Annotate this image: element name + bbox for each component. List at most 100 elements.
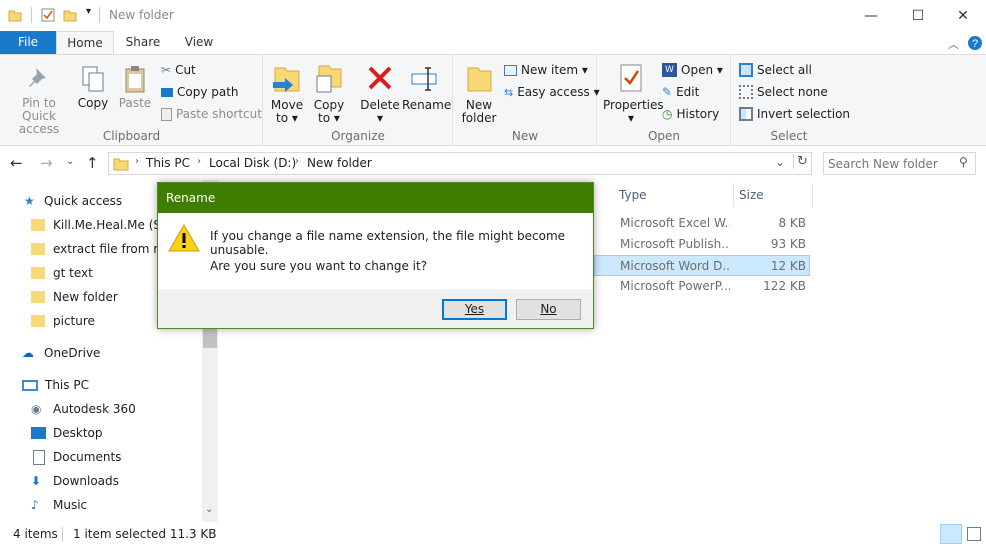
search-input[interactable] — [828, 155, 956, 172]
yes-button[interactable]: Yes — [442, 299, 507, 320]
breadcrumb-separator-icon: › — [197, 156, 201, 167]
dialog-message: If you change a file name extension, the… — [210, 229, 566, 257]
nav-desktop[interactable]: Desktop — [31, 421, 103, 445]
history-button[interactable]: ◷ History — [662, 104, 719, 124]
edit-pencil-icon: ✎ — [662, 85, 673, 99]
copy-path-button[interactable]: Copy path — [161, 82, 239, 102]
autodesk-360-icon: ◉ — [31, 402, 42, 416]
folder-icon — [8, 10, 22, 22]
file-size: 8 KB — [778, 216, 806, 230]
desktop-icon — [31, 427, 46, 439]
dialog-question: Are you sure you want to change it? — [210, 259, 428, 273]
breadcrumb-separator-icon: › — [295, 156, 299, 167]
nav-documents[interactable]: Documents — [31, 445, 121, 469]
breadcrumb-new-folder[interactable]: New folder — [307, 156, 372, 170]
file-row-selected[interactable]: Microsoft Word D... 12 KB — [594, 255, 810, 276]
nav-this-pc[interactable]: This PC — [22, 373, 89, 397]
search-icon: ⚲ — [959, 155, 968, 169]
column-header-size[interactable]: Size — [734, 183, 813, 207]
search-box[interactable]: ⚲ — [823, 152, 976, 175]
no-button[interactable]: No — [516, 299, 581, 320]
nav-onedrive[interactable]: ☁ OneDrive — [22, 341, 100, 365]
rename-icon — [411, 67, 437, 91]
maximize-button[interactable]: ☐ — [895, 0, 941, 31]
copy-to-button[interactable]: Copy to ▾ — [310, 62, 348, 125]
properties-quick-icon[interactable] — [41, 8, 55, 22]
details-view-icon[interactable] — [940, 524, 962, 544]
pin-to-quick-access-button[interactable]: Pin to Quick access — [4, 64, 74, 136]
help-icon[interactable]: ? — [967, 35, 983, 51]
move-to-button[interactable]: Move to ▾ — [268, 62, 306, 125]
forward-arrow-icon[interactable]: → — [40, 154, 53, 172]
tab-home[interactable]: Home — [56, 31, 114, 55]
address-dropdown-chevron-icon[interactable]: ⌄ — [775, 155, 785, 169]
breadcrumb-this-pc[interactable]: This PC — [146, 156, 190, 170]
select-all-button[interactable]: Select all — [739, 60, 812, 80]
folder-icon — [31, 219, 45, 231]
nav-downloads[interactable]: ⬇ Downloads — [31, 469, 119, 493]
nav-quick-access[interactable]: ★ Quick access — [24, 189, 122, 213]
scissors-icon: ✂ — [161, 63, 172, 77]
open-button[interactable]: W Open ▾ — [662, 60, 723, 80]
cut-button[interactable]: ✂ Cut — [161, 60, 196, 80]
invert-selection-button[interactable]: Invert selection — [739, 104, 850, 124]
scroll-down-chevron-icon[interactable]: ⌄ — [205, 504, 213, 515]
history-icon: ◷ — [662, 107, 673, 121]
download-arrow-icon: ⬇ — [31, 474, 42, 488]
close-button[interactable]: ✕ — [940, 0, 986, 31]
tab-file[interactable]: File — [0, 31, 56, 55]
paste-shortcut-button[interactable]: Paste shortcut — [161, 104, 262, 124]
up-arrow-icon[interactable]: ↑ — [86, 154, 99, 172]
large-icons-view-icon[interactable] — [967, 527, 981, 541]
group-label-clipboard: Clipboard — [102, 129, 161, 143]
clipboard-icon — [125, 66, 145, 93]
chevron-up-icon[interactable]: ︿ — [948, 36, 959, 52]
recent-locations-chevron-icon[interactable]: ⌄ — [66, 156, 74, 167]
folder-icon — [31, 243, 45, 255]
window-title: New folder — [109, 8, 174, 22]
back-arrow-icon[interactable]: ← — [10, 154, 23, 172]
item-count: 4 items — [13, 527, 58, 541]
star-icon: ★ — [24, 194, 35, 208]
tab-view[interactable]: View — [174, 31, 224, 55]
properties-button[interactable]: Properties ▾ — [603, 62, 664, 125]
file-row[interactable]: Microsoft Publish... 93 KB — [594, 234, 810, 255]
delete-button[interactable]: Delete ▾ — [360, 62, 400, 125]
easy-access-button[interactable]: ⇆ Easy access ▾ — [504, 82, 600, 102]
customize-quick-access-icon[interactable]: ▾ — [86, 6, 91, 17]
nav-autodesk-360[interactable]: ◉ Autodesk 360 — [31, 397, 136, 421]
rename-button[interactable]: Rename — [402, 62, 451, 112]
address-bar[interactable]: › This PC › Local Disk (D:) › New folder… — [108, 152, 812, 175]
properties-icon — [620, 64, 642, 92]
scrollbar-thumb[interactable] — [203, 328, 217, 348]
breadcrumb-local-disk[interactable]: Local Disk (D:) — [209, 156, 296, 170]
new-folder-button[interactable]: New folder — [458, 62, 500, 125]
cloud-icon: ☁ — [22, 346, 34, 360]
file-type: Microsoft Word D... — [620, 259, 730, 273]
file-size: 12 KB — [770, 259, 806, 273]
group-label-select: Select — [770, 129, 808, 143]
file-row[interactable]: Microsoft PowerP... 122 KB — [594, 276, 810, 297]
file-size: 122 KB — [763, 279, 806, 293]
paste-shortcut-icon — [161, 107, 172, 121]
move-to-icon — [273, 67, 300, 92]
refresh-icon[interactable]: ↻ — [793, 154, 808, 169]
new-item-button[interactable]: New item ▾ — [504, 60, 588, 80]
new-folder-quick-icon[interactable] — [63, 8, 77, 22]
nav-music[interactable]: ♪ Music — [31, 493, 87, 517]
copy-icon — [82, 66, 104, 92]
breadcrumb-separator-icon: › — [135, 156, 139, 167]
minimize-button[interactable]: — — [848, 0, 894, 31]
dialog-body: If you change a file name extension, the… — [158, 213, 593, 289]
music-note-icon: ♪ — [31, 498, 39, 512]
pin-icon — [29, 68, 46, 87]
paste-button[interactable]: Paste — [117, 64, 153, 110]
copy-button[interactable]: Copy — [75, 64, 111, 110]
tab-share[interactable]: Share — [118, 31, 168, 55]
file-row[interactable]: Microsoft Excel W... 8 KB — [594, 213, 810, 234]
edit-button[interactable]: ✎ Edit — [662, 82, 699, 102]
select-all-icon — [739, 63, 753, 77]
select-none-button[interactable]: Select none — [739, 82, 828, 102]
column-header-type[interactable]: Type — [614, 183, 734, 207]
file-type: Microsoft Publish... — [620, 237, 730, 251]
